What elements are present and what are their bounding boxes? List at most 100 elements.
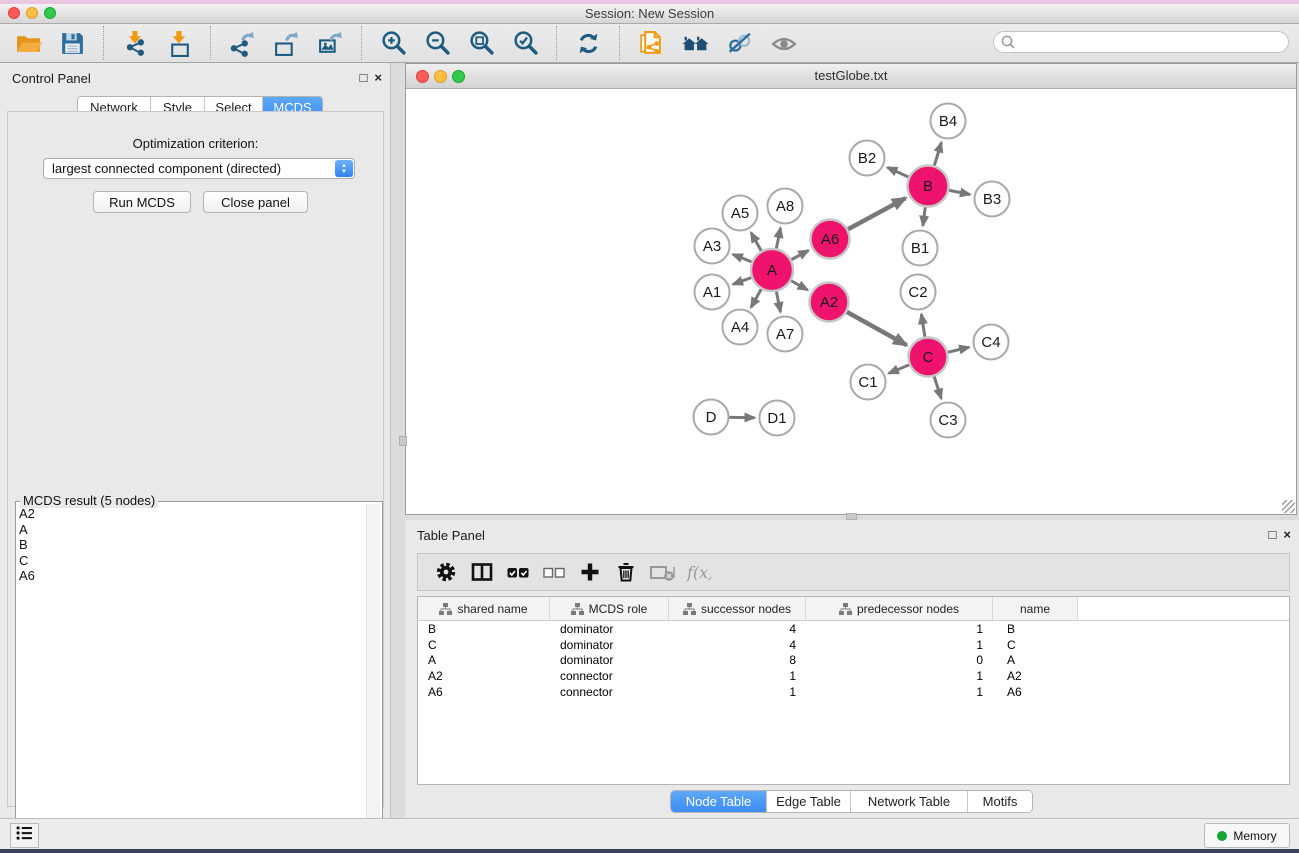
network-horizontal-scrollbar[interactable] (846, 513, 857, 520)
window-titlebar[interactable]: Session: New Session (0, 4, 1299, 24)
table-float-panel-icon[interactable]: □ (1269, 527, 1277, 542)
memory-status-icon (1217, 831, 1227, 841)
table-row[interactable]: A6connector11A6 (418, 684, 1289, 700)
tab-edge-table[interactable]: Edge Table (766, 791, 850, 812)
eye-icon[interactable] (768, 28, 798, 58)
table-row[interactable]: A2connector11A2 (418, 668, 1289, 684)
mcds-result-list[interactable]: A2ABCA6 (19, 506, 364, 844)
tab-network-table[interactable]: Network Table (850, 791, 967, 812)
network-document-icon[interactable] (636, 28, 666, 58)
table-close-panel-icon[interactable]: × (1283, 527, 1291, 542)
graph-node-C4[interactable]: C4 (974, 325, 1009, 360)
open-folder-icon[interactable] (13, 28, 43, 58)
network-minimize-traffic-light[interactable] (434, 70, 447, 83)
search-input[interactable] (993, 31, 1289, 53)
node-table[interactable]: shared nameMCDS rolesuccessor nodesprede… (417, 596, 1290, 785)
dropdown-stepper-icon[interactable]: ▲▼ (335, 160, 353, 177)
export-table-icon[interactable] (271, 28, 301, 58)
network-graph-canvas[interactable]: A A1 A2 A3 A4 A5 A6 A7 A8 B B1 B2 B3 B4 … (407, 90, 1296, 514)
tab-node-table[interactable]: Node Table (671, 791, 766, 812)
table-cell: 1 (806, 669, 993, 683)
zoom-out-icon[interactable] (422, 28, 452, 58)
graph-node-D1[interactable]: D1 (760, 401, 795, 436)
column-header-successor-nodes[interactable]: successor nodes (669, 597, 806, 620)
graph-node-A5[interactable]: A5 (723, 196, 758, 231)
mcds-result-item[interactable]: A (19, 522, 364, 538)
memory-button[interactable]: Memory (1204, 823, 1290, 848)
mcds-result-item[interactable]: B (19, 537, 364, 553)
graph-node-A3[interactable]: A3 (695, 229, 730, 264)
unchecked-pair-icon[interactable] (536, 555, 572, 589)
plus-icon[interactable] (572, 555, 608, 589)
mcds-result-scrollbar[interactable] (366, 504, 380, 845)
save-icon[interactable] (57, 28, 87, 58)
refresh-icon[interactable] (573, 28, 603, 58)
graph-node-B4[interactable]: B4 (931, 104, 966, 139)
table-row[interactable]: Adominator80A (418, 653, 1289, 669)
import-table-icon[interactable] (164, 28, 194, 58)
column-header-MCDS-role[interactable]: MCDS role (550, 597, 669, 620)
close-panel-icon[interactable]: × (374, 70, 382, 85)
graph-node-A2[interactable]: A2 (810, 283, 849, 322)
checked-pair-icon[interactable] (500, 555, 536, 589)
graph-node-A4[interactable]: A4 (723, 310, 758, 345)
svg-text:A6: A6 (821, 231, 839, 248)
column-header-name[interactable]: name (993, 597, 1078, 620)
graph-node-C[interactable]: C (909, 338, 948, 377)
close-panel-button[interactable]: Close panel (203, 191, 308, 213)
network-vertical-scrollbar[interactable] (399, 436, 407, 446)
node-table-header: shared nameMCDS rolesuccessor nodesprede… (418, 597, 1289, 621)
graph-node-A6[interactable]: A6 (811, 220, 850, 259)
mcds-result-item[interactable]: A2 (19, 506, 364, 522)
column-header-shared-name[interactable]: shared name (418, 597, 550, 620)
minimize-traffic-light[interactable] (26, 7, 38, 19)
graph-node-C3[interactable]: C3 (931, 403, 966, 438)
network-window-titlebar[interactable]: testGlobe.txt (406, 64, 1296, 89)
network-close-traffic-light[interactable] (416, 70, 429, 83)
mcds-result-item[interactable]: C (19, 553, 364, 569)
optimization-dropdown[interactable]: largest connected component (directed) ▲… (43, 158, 355, 179)
float-panel-icon[interactable]: □ (360, 70, 368, 85)
export-network-icon[interactable] (227, 28, 257, 58)
graph-node-A[interactable]: A (751, 249, 793, 291)
graph-node-D[interactable]: D (694, 400, 729, 435)
network-maximize-traffic-light[interactable] (452, 70, 465, 83)
mcds-result-item[interactable]: A6 (19, 568, 364, 584)
table-cell: connector (550, 669, 669, 683)
graph-node-A8[interactable]: A8 (768, 189, 803, 224)
run-mcds-button[interactable]: Run MCDS (93, 191, 191, 213)
graph-node-B3[interactable]: B3 (975, 182, 1010, 217)
zoom-in-icon[interactable] (378, 28, 408, 58)
resize-grip-icon[interactable] (1282, 500, 1295, 513)
graph-node-B2[interactable]: B2 (850, 141, 885, 176)
table-cell: dominator (550, 638, 669, 652)
graph-node-A7[interactable]: A7 (768, 317, 803, 352)
import-network-icon[interactable] (120, 28, 150, 58)
export-image-icon[interactable] (315, 28, 345, 58)
graph-node-C2[interactable]: C2 (901, 275, 936, 310)
table-cell: dominator (550, 622, 669, 636)
close-traffic-light[interactable] (8, 7, 20, 19)
svg-text:A1: A1 (703, 284, 721, 301)
table-row[interactable]: Cdominator41C (418, 637, 1289, 653)
zoom-fit-icon[interactable] (466, 28, 496, 58)
table-cell: 0 (806, 653, 993, 667)
tab-motifs[interactable]: Motifs (967, 791, 1032, 812)
graph-node-A1[interactable]: A1 (695, 275, 730, 310)
zoom-selected-icon[interactable] (510, 28, 540, 58)
graph-node-C1[interactable]: C1 (851, 365, 886, 400)
svg-text:A: A (767, 262, 777, 279)
task-history-button[interactable] (10, 823, 39, 848)
table-row[interactable]: Bdominator41B (418, 621, 1289, 637)
graph-node-B1[interactable]: B1 (903, 231, 938, 266)
graph-node-B[interactable]: B (908, 166, 949, 207)
column-header-predecessor-nodes[interactable]: predecessor nodes (806, 597, 993, 620)
trash-icon[interactable] (608, 555, 644, 589)
maximize-traffic-light[interactable] (44, 7, 56, 19)
gear-icon[interactable] (428, 555, 464, 589)
columns-icon[interactable] (464, 555, 500, 589)
hide-glasses-icon[interactable] (724, 28, 754, 58)
home-pair-icon[interactable] (680, 28, 710, 58)
table-cell: B (993, 622, 1078, 636)
toolbar-separator (103, 26, 104, 60)
